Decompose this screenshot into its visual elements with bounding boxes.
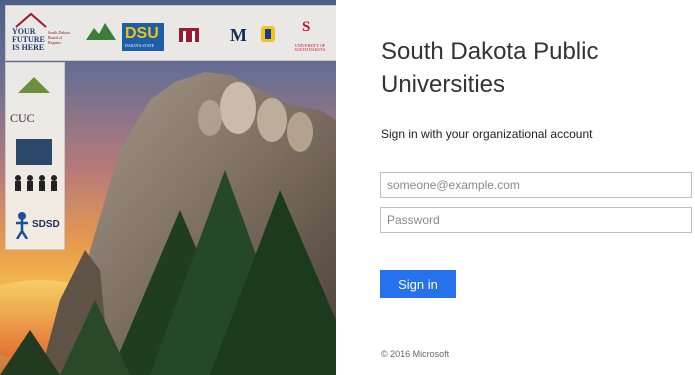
dsu-mark: DSU <box>125 25 159 42</box>
building-icon <box>18 77 50 93</box>
bhsu-logo <box>86 20 116 50</box>
cuc-mark: CUC <box>10 111 35 125</box>
sdsd-mark: SDSD <box>32 219 60 230</box>
sdsd-logo: SDSD <box>10 209 60 243</box>
people-logo <box>10 173 60 201</box>
nsu-mark-icon <box>179 28 199 42</box>
roof-icon <box>15 12 47 28</box>
campus-logo-1 <box>10 73 60 103</box>
usd-mark: S <box>302 19 311 35</box>
copyright-footer: © 2016 Microsoft <box>381 349 450 359</box>
board-of-regents-text: South Dakota Board of Regents <box>48 30 70 45</box>
mountains-icon <box>86 23 116 40</box>
sdsu-logo <box>258 24 280 52</box>
people-icon <box>15 175 57 191</box>
center-logo <box>16 139 52 165</box>
username-input[interactable] <box>380 172 692 198</box>
figure-icon <box>15 212 29 239</box>
sdsmt-logo: M <box>228 26 250 50</box>
your-future-text: YOUR FUTURE IS HERE <box>12 27 45 52</box>
sdsu-mark-icon <box>261 26 275 42</box>
university-logo-bar: YOUR FUTURE IS HERE South Dakota Board o… <box>5 5 336 61</box>
sdsmt-mark: M <box>230 25 247 45</box>
campus-logo-column: CUC SDSD <box>5 62 65 250</box>
dsu-subtitle: DAKOTA STATE <box>125 43 155 48</box>
page-title: South Dakota Public Universities <box>381 38 599 98</box>
dsu-logo: DSU DAKOTA STATE <box>122 23 164 51</box>
sign-in-button[interactable]: Sign in <box>380 270 456 298</box>
password-input[interactable] <box>380 207 692 233</box>
illustration-panel: YOUR FUTURE IS HERE South Dakota Board o… <box>0 0 336 375</box>
usd-subtitle: UNIVERSITY OF SOUTH DAKOTA <box>294 43 326 52</box>
your-future-is-here-logo: YOUR FUTURE IS HERE South Dakota Board o… <box>10 12 72 54</box>
nsu-logo <box>172 28 206 52</box>
signin-subtitle: Sign in with your organizational account <box>381 127 593 141</box>
usd-logo: S UNIVERSITY OF SOUTH DAKOTA <box>288 20 332 52</box>
cuc-logo: CUC <box>10 109 60 133</box>
